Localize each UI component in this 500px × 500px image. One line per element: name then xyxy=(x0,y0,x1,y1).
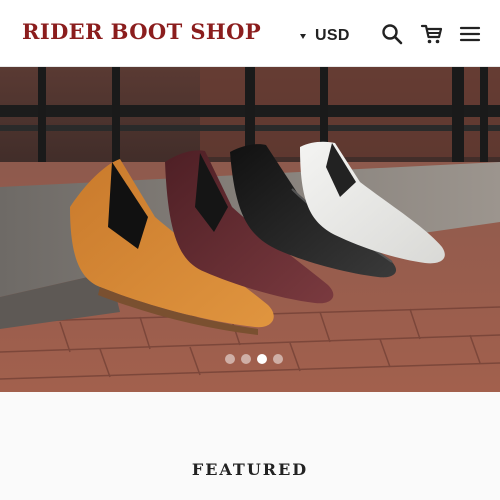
slide-dot-1[interactable] xyxy=(225,354,235,364)
featured-heading: FEATURED xyxy=(191,460,309,479)
search-button[interactable] xyxy=(380,22,404,46)
site-logo[interactable]: RIDER BOOT SHOP xyxy=(22,19,261,44)
cart-icon xyxy=(420,24,443,44)
currency-code: USD xyxy=(315,27,350,44)
menu-icon xyxy=(459,26,481,42)
site-header: RIDER BOOT SHOP USD xyxy=(0,0,500,67)
slide-dot-2[interactable] xyxy=(241,354,251,364)
menu-button[interactable] xyxy=(458,22,482,46)
currency-selector[interactable]: USD xyxy=(300,26,350,46)
cart-button[interactable] xyxy=(420,22,444,46)
hero-slideshow[interactable] xyxy=(0,67,500,392)
search-icon xyxy=(382,24,403,45)
slide-dot-4[interactable] xyxy=(273,354,283,364)
caret-down-icon xyxy=(300,33,306,39)
slide-dot-3[interactable] xyxy=(257,354,267,364)
hero-image-shoes xyxy=(0,67,500,392)
slideshow-dots xyxy=(0,354,500,366)
